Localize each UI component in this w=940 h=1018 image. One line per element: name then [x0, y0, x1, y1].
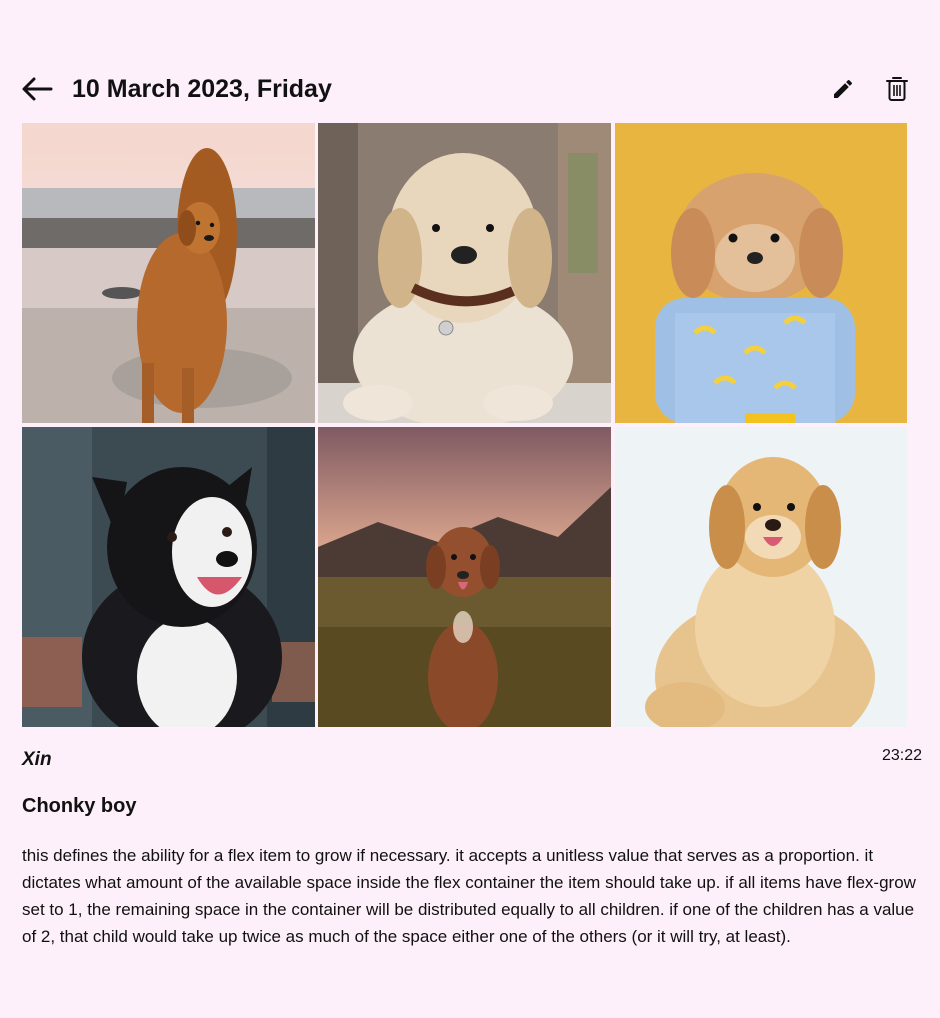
- photo-dog-beach[interactable]: [22, 123, 315, 423]
- photo-grid: [22, 123, 907, 727]
- arrow-left-icon: [22, 77, 53, 101]
- post-title: Chonky boy: [22, 795, 137, 817]
- post-time: 23:22: [881, 747, 922, 764]
- post-author: Xin: [22, 749, 52, 770]
- delete-button[interactable]: [880, 72, 914, 106]
- pencil-icon: [834, 79, 853, 98]
- photo-field-dog[interactable]: [318, 427, 611, 727]
- edit-button[interactable]: [826, 72, 860, 106]
- post-body: this defines the ability for a flex item…: [22, 846, 916, 946]
- top-bar: 10 March 2023, Friday: [0, 64, 940, 114]
- photo-golden-dog[interactable]: [615, 427, 907, 727]
- page-title: 10 March 2023, Friday: [72, 75, 332, 103]
- photo-poodle[interactable]: [615, 123, 907, 423]
- back-button[interactable]: [18, 72, 56, 106]
- photo-border-collie[interactable]: [22, 427, 315, 727]
- photo-puppy[interactable]: [318, 123, 611, 423]
- trash-icon: [886, 77, 908, 101]
